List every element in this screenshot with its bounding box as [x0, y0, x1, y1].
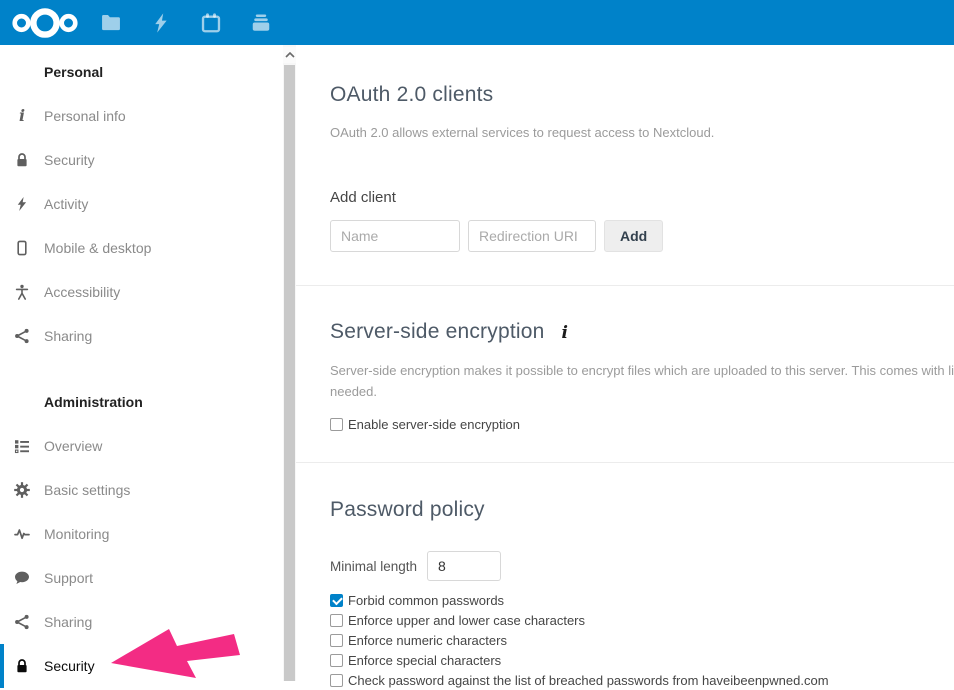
pulse-icon: [13, 525, 31, 543]
enable-encryption-row: Enable server-side encryption: [330, 414, 954, 434]
add-client-button[interactable]: Add: [604, 220, 663, 252]
client-name-input[interactable]: [330, 220, 460, 252]
minimal-length-row: Minimal length: [330, 551, 954, 581]
gear-icon: [13, 481, 31, 499]
phone-icon: [13, 239, 31, 257]
enforce-numeric-characters-checkbox[interactable]: [330, 634, 343, 647]
info-icon[interactable]: i: [562, 323, 569, 343]
bolt-icon: [150, 12, 172, 34]
policy-checkbox-label: Enforce numeric characters: [348, 633, 507, 648]
add-client-form: Add: [330, 220, 954, 252]
chevron-up-icon: [285, 52, 295, 58]
encryption-title: Server-side encryption i: [330, 319, 954, 346]
sidebar-item-overview[interactable]: Overview: [0, 424, 283, 468]
sidebar-item-personal-info[interactable]: iPersonal info: [0, 94, 283, 138]
check-password-against-the-list-of-breac-checkbox[interactable]: [330, 674, 343, 687]
sidebar-scrollbar[interactable]: [283, 45, 296, 681]
list-icon: [13, 437, 31, 455]
bolt-icon: [13, 195, 31, 213]
sidebar-item-support[interactable]: Support: [0, 556, 283, 600]
app-calendar-button[interactable]: [198, 10, 224, 36]
encryption-title-text: Server-side encryption: [330, 320, 545, 343]
folder-icon: [100, 12, 122, 34]
oauth-clients-title: OAuth 2.0 clients: [330, 82, 954, 108]
sidebar-item-sharing[interactable]: Sharing: [0, 314, 283, 358]
encryption-description-line2: needed.: [330, 381, 954, 402]
sidebar-section-administration: Administration: [0, 380, 283, 424]
policy-checkbox-label: Enforce upper and lower case characters: [348, 613, 585, 628]
sidebar-item-security[interactable]: Security: [0, 644, 283, 688]
accessibility-icon: [13, 283, 31, 301]
calendar-icon: [200, 12, 222, 34]
chat-icon: [13, 569, 31, 587]
info-icon: i: [13, 107, 31, 125]
add-client-label: Add client: [330, 189, 954, 207]
scrollbar-thumb[interactable]: [284, 65, 295, 681]
oauth-clients-section: OAuth 2.0 clients OAuth 2.0 allows exter…: [296, 45, 954, 286]
enable-encryption-label: Enable server-side encryption: [348, 417, 520, 432]
policy-checkbox-label: Forbid common passwords: [348, 593, 504, 608]
server-side-encryption-section: Server-side encryption i Server-side encr…: [296, 286, 954, 463]
password-policy-title: Password policy: [330, 497, 954, 523]
policy-row: Enforce numeric characters: [330, 630, 954, 650]
app-activity-button[interactable]: [148, 10, 174, 36]
sidebar-item-monitoring[interactable]: Monitoring: [0, 512, 283, 556]
enable-encryption-checkbox[interactable]: [330, 418, 343, 431]
minimal-length-input[interactable]: [427, 551, 501, 581]
policy-checkbox-label: Enforce special characters: [348, 653, 501, 668]
scroll-up-button[interactable]: [283, 47, 296, 63]
redirection-uri-input[interactable]: [468, 220, 596, 252]
forbid-common-passwords-checkbox[interactable]: [330, 594, 343, 607]
nextcloud-logo[interactable]: [11, 6, 79, 39]
lock-icon: [13, 657, 31, 675]
policy-row: Forbid common passwords: [330, 590, 954, 610]
policy-row: Enforce special characters: [330, 650, 954, 670]
encryption-description: Server-side encryption makes it possible…: [330, 360, 954, 402]
app-menu: [98, 0, 298, 45]
app-files-button[interactable]: [98, 10, 124, 36]
enforce-upper-and-lower-case-characters-checkbox[interactable]: [330, 614, 343, 627]
deck-icon: [250, 12, 272, 34]
policy-row: Check password against the list of breac…: [330, 670, 954, 690]
encryption-description-line1: Server-side encryption makes it possible…: [330, 360, 954, 381]
sidebar-item-sharing[interactable]: Sharing: [0, 600, 283, 644]
lock-icon: [13, 151, 31, 169]
top-bar: [0, 0, 954, 45]
sidebar-item-activity[interactable]: Activity: [0, 182, 283, 226]
sidebar-item-security[interactable]: Security: [0, 138, 283, 182]
sidebar-section-personal: Personal: [0, 50, 283, 94]
share-icon: [13, 613, 31, 631]
settings-sidebar: PersonaliPersonal infoSecurityActivityMo…: [0, 45, 283, 681]
minimal-length-label: Minimal length: [330, 559, 417, 574]
password-policy-section: Password policy Minimal length Forbid co…: [296, 463, 954, 690]
main-content: OAuth 2.0 clients OAuth 2.0 allows exter…: [296, 45, 954, 681]
policy-checkbox-label: Check password against the list of breac…: [348, 673, 829, 688]
oauth-clients-description: OAuth 2.0 allows external services to re…: [330, 122, 954, 143]
policy-row: Enforce upper and lower case characters: [330, 610, 954, 630]
sidebar-item-accessibility[interactable]: Accessibility: [0, 270, 283, 314]
app-deck-button[interactable]: [248, 10, 274, 36]
password-policy-checkboxes: Forbid common passwords Enforce upper and…: [330, 590, 954, 690]
share-icon: [13, 327, 31, 345]
sidebar-item-basic-settings[interactable]: Basic settings: [0, 468, 283, 512]
enforce-special-characters-checkbox[interactable]: [330, 654, 343, 667]
sidebar-item-mobile-desktop[interactable]: Mobile & desktop: [0, 226, 283, 270]
